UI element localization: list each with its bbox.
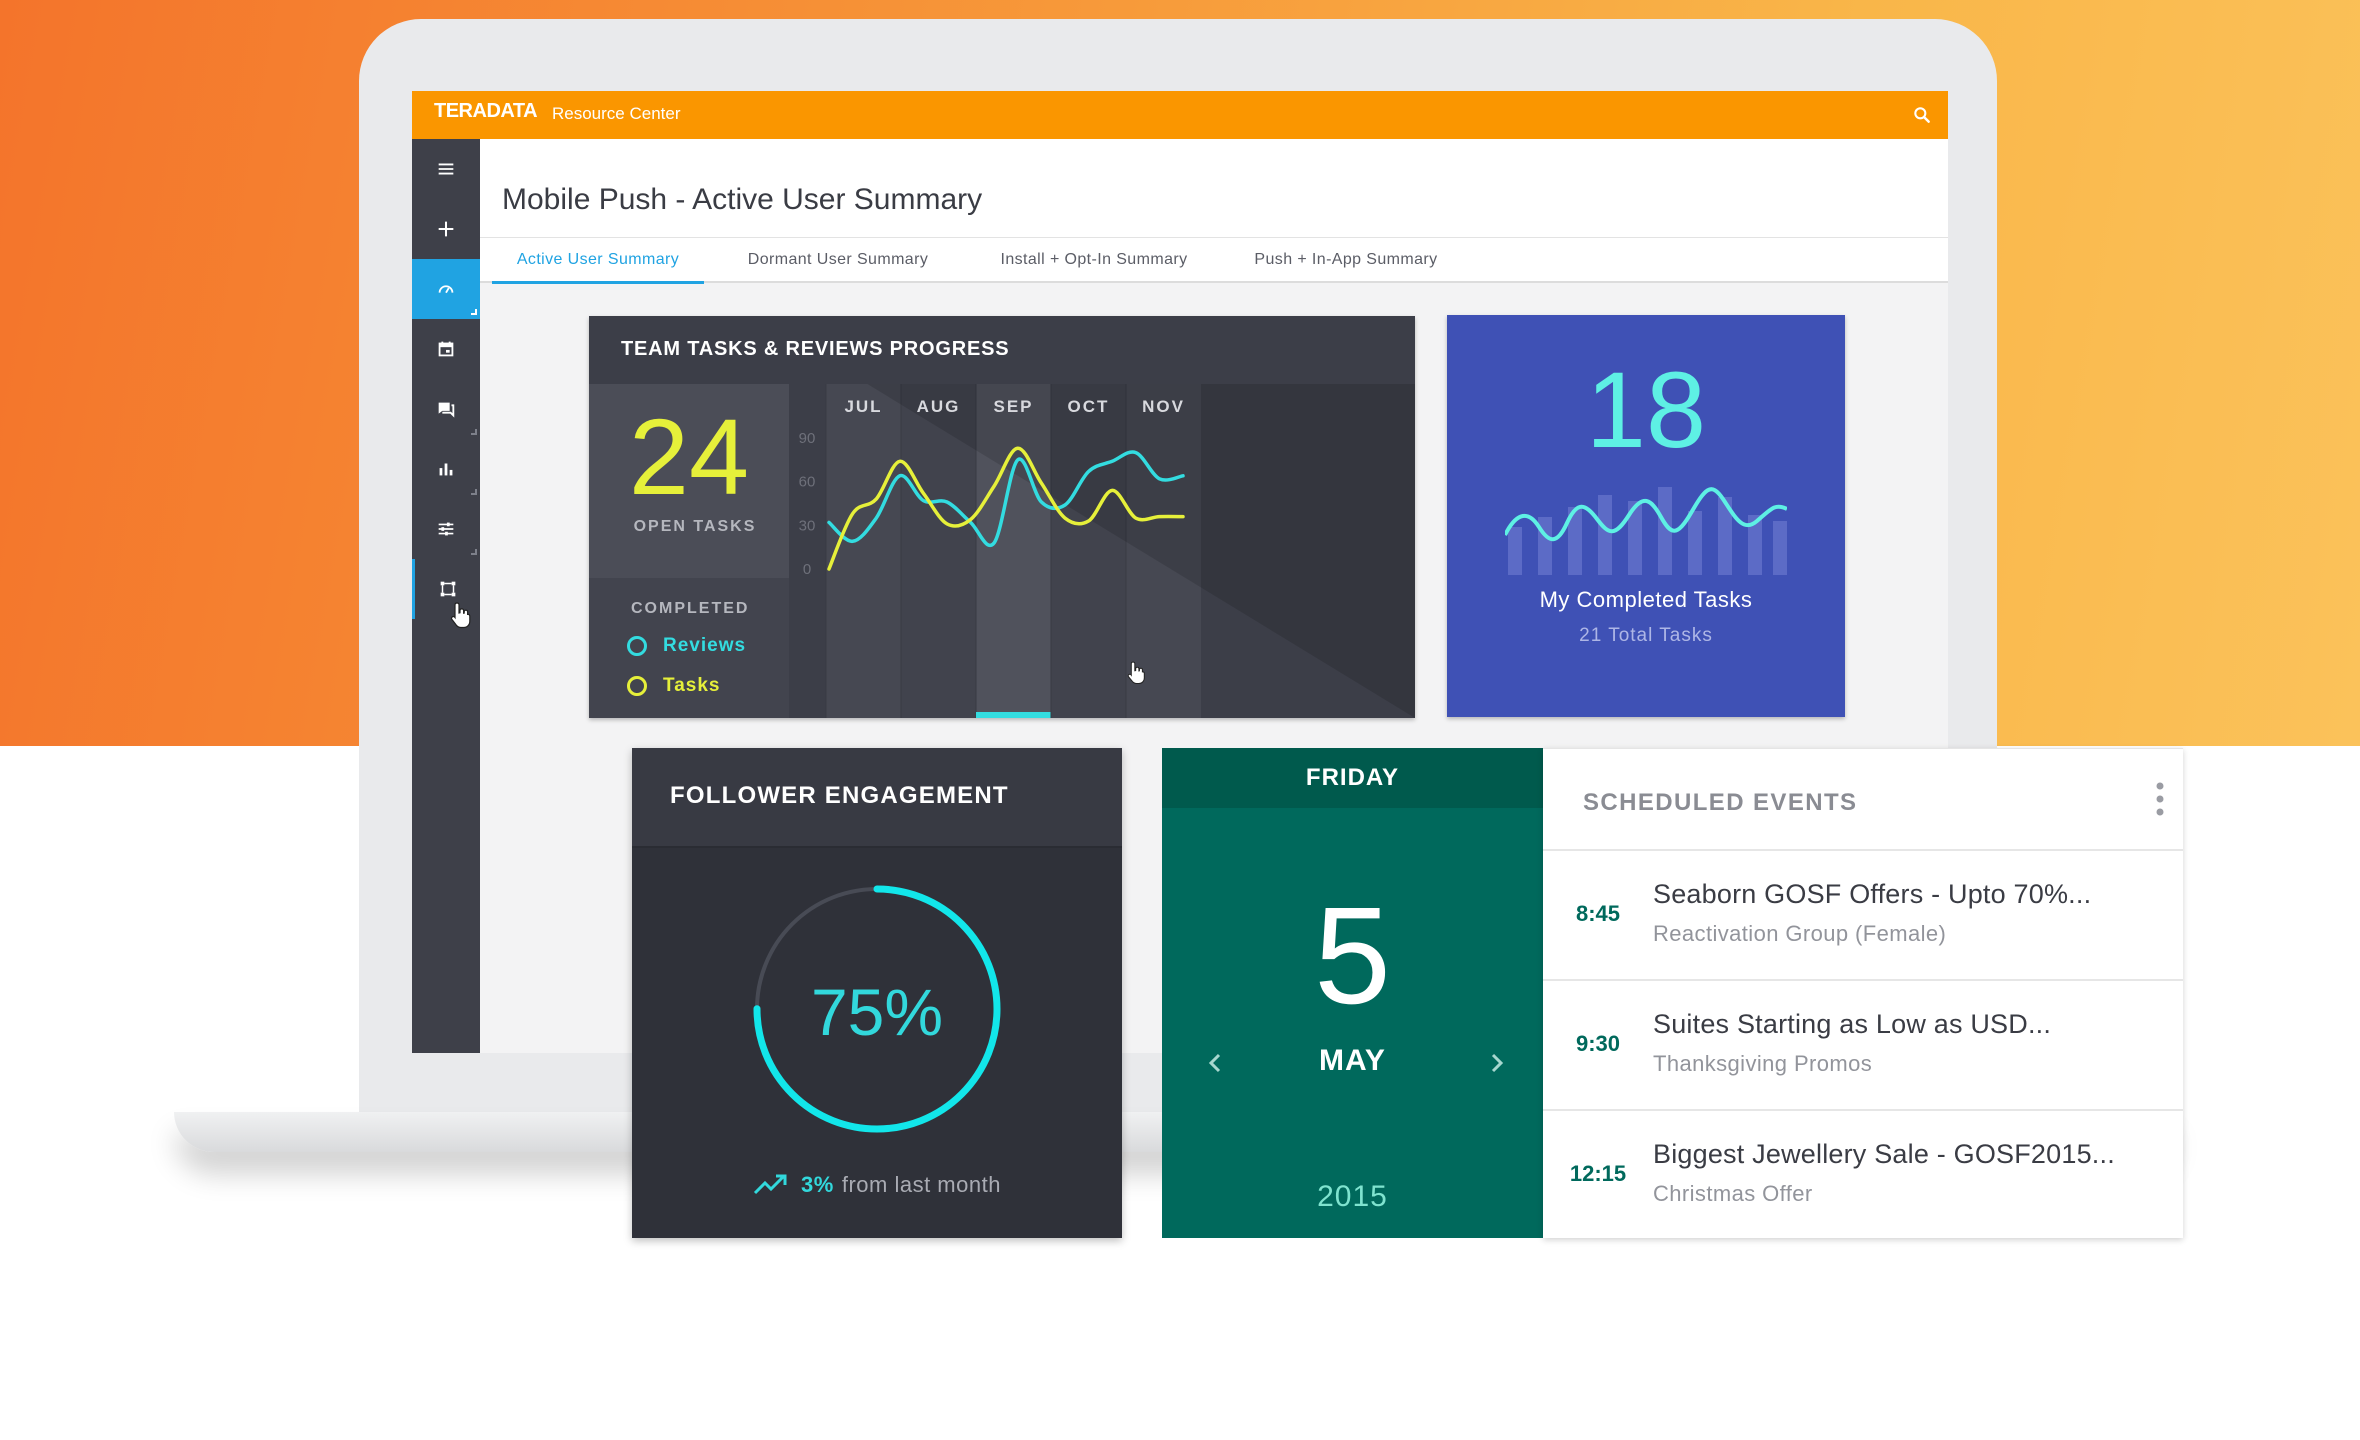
submenu-indicator <box>471 429 477 435</box>
event-name: Suites Starting as Low as USD... <box>1653 1009 2052 1039</box>
top-app-bar: TERADATA Resource Center <box>412 91 1948 139</box>
page-header: Mobile Push - Active User Summary Active… <box>480 139 1948 284</box>
submenu-indicator <box>471 309 477 315</box>
event-group: Reactivation Group (Female) <box>1653 921 1947 946</box>
legend-tasks[interactable]: Tasks <box>627 674 720 698</box>
month-label-oct: OCT <box>1068 397 1110 416</box>
card-header: FOLLOWER ENGAGEMENT <box>632 748 1122 848</box>
progress-line-chart: 90 60 30 0 JUL AUG SEP OCT NOV <box>799 384 1415 718</box>
event-group: Thanksgiving Promos <box>1653 1051 1873 1076</box>
engagement-change: 3% from last month <box>632 1172 1122 1198</box>
completed-count: 18 <box>1585 349 1707 470</box>
sidebar <box>412 139 480 1053</box>
spark-bar <box>1688 511 1702 575</box>
brand-logo[interactable]: TERADATA <box>434 100 538 123</box>
sidebar-item-settings[interactable] <box>412 499 480 559</box>
month-label-nov: NOV <box>1142 397 1185 416</box>
spark-bar <box>1598 495 1612 575</box>
event-name: Seaborn GOSF Offers - Upto 70%... <box>1653 879 2092 909</box>
open-tasks-count: 24 <box>628 396 750 517</box>
scheduled-events-card: SCHEDULED EVENTS 8:45 Seaborn GOSF Offer… <box>1543 748 2183 1238</box>
selected-month-indicator <box>976 712 1051 718</box>
month-label-jul: JUL <box>844 397 882 416</box>
card-title: TEAM TASKS & REVIEWS PROGRESS <box>621 338 1010 360</box>
team-tasks-card: TEAM TASKS & REVIEWS PROGRESS 24 OPEN TA… <box>589 316 1415 718</box>
sidebar-item-dashboard[interactable] <box>412 259 480 319</box>
sidebar-item-add[interactable] <box>412 199 480 259</box>
calendar-icon <box>438 341 454 357</box>
y-tick-label: 60 <box>799 474 816 491</box>
trending-up-icon <box>753 1174 787 1195</box>
legend-label: Reviews <box>663 635 747 656</box>
chat-icon <box>438 402 455 418</box>
submenu-indicator <box>471 549 477 555</box>
completed-tasks-card[interactable]: 18 My Completed Tasks 21 Total Tasks <box>1447 315 1845 717</box>
y-tick-label: 90 <box>799 430 816 447</box>
month-label-sep: SEP <box>993 397 1033 416</box>
weekday: FRIDAY <box>1162 748 1543 808</box>
tab-push-in-app-summary[interactable]: Push + In-App Summary <box>1232 238 1460 284</box>
chevron-right-icon[interactable] <box>1482 1048 1512 1078</box>
y-tick-label: 0 <box>803 561 811 578</box>
event-name: Biggest Jewellery Sale - GOSF2015... <box>1653 1139 2115 1169</box>
follower-engagement-card[interactable]: FOLLOWER ENGAGEMENT 75% 3% from last mon… <box>632 748 1122 1238</box>
legend-label: Tasks <box>663 675 721 696</box>
legend-reviews[interactable]: Reviews <box>627 634 746 658</box>
tab-active-user-summary[interactable]: Active User Summary <box>492 238 704 284</box>
app-name: Resource Center <box>552 104 681 123</box>
month-label-aug: AUG <box>917 397 961 416</box>
search-icon[interactable] <box>1912 105 1932 125</box>
event-time: 9:30 <box>1575 1031 1621 1056</box>
sidebar-item-calendar[interactable] <box>412 319 480 379</box>
sliders-icon <box>438 522 454 536</box>
tab-install-opt-in-summary[interactable]: Install + Opt-In Summary <box>972 238 1216 284</box>
engagement-percent: 75% <box>810 975 944 1049</box>
event-row[interactable]: 9:30 Suites Starting as Low as USD... Th… <box>1543 979 2183 1109</box>
menu-icon <box>438 163 454 175</box>
page-title: Mobile Push - Active User Summary <box>502 183 983 216</box>
y-axis-ticks: 90 60 30 0 <box>799 430 816 578</box>
open-tasks-label: OPEN TASKS <box>633 518 757 535</box>
event-time: 12:15 <box>1569 1161 1627 1186</box>
sidebar-item-menu[interactable] <box>412 139 480 199</box>
dashboard-gauge-icon <box>438 285 454 294</box>
completed-legend-panel: COMPLETED Reviews Tasks <box>589 578 789 718</box>
hand-cursor-icon <box>450 602 471 629</box>
change-value: 3% <box>801 1172 834 1197</box>
spark-bar <box>1508 527 1522 575</box>
card-title: SCHEDULED EVENTS <box>1583 789 1858 816</box>
spark-bar <box>1773 521 1787 575</box>
sidebar-item-reports[interactable] <box>412 439 480 499</box>
event-row[interactable]: 8:45 Seaborn GOSF Offers - Upto 70%... R… <box>1543 849 2183 979</box>
sidebar-item-messages[interactable] <box>412 379 480 439</box>
calendar-card: FRIDAY 5 MAY 2015 <box>1162 748 1543 1238</box>
card-title: FOLLOWER ENGAGEMENT <box>670 782 1009 809</box>
year: 2015 <box>1317 1180 1388 1213</box>
stage: TERADATA Resource Center Mobile Push - A… <box>0 0 2360 1440</box>
tab-bar: Active User Summary Dormant User Summary… <box>480 237 1948 284</box>
open-tasks-panel: 24 OPEN TASKS COMPLETED Reviews Tasks <box>589 384 789 718</box>
submenu-indicator <box>471 489 477 495</box>
total-tasks: 21 Total Tasks <box>1579 625 1713 646</box>
completed-label: COMPLETED <box>631 600 750 617</box>
day-number: 5 <box>1314 879 1391 1033</box>
event-row[interactable]: 12:15 Biggest Jewellery Sale - GOSF2015.… <box>1543 1109 2183 1239</box>
bar-chart-icon <box>439 463 453 476</box>
legend-ring-icon <box>627 636 647 656</box>
event-group: Christmas Offer <box>1653 1181 1813 1206</box>
more-vertical-icon[interactable] <box>2155 781 2165 817</box>
y-tick-label: 30 <box>799 517 816 534</box>
workflow-icon <box>440 581 455 597</box>
plus-icon <box>438 221 454 237</box>
change-suffix: from last month <box>841 1172 1001 1197</box>
tab-dormant-user-summary[interactable]: Dormant User Summary <box>718 238 958 284</box>
completed-sparkline <box>1505 487 1787 575</box>
completed-label: My Completed Tasks <box>1539 587 1753 612</box>
event-time: 8:45 <box>1575 901 1621 926</box>
legend-ring-icon <box>627 676 647 696</box>
